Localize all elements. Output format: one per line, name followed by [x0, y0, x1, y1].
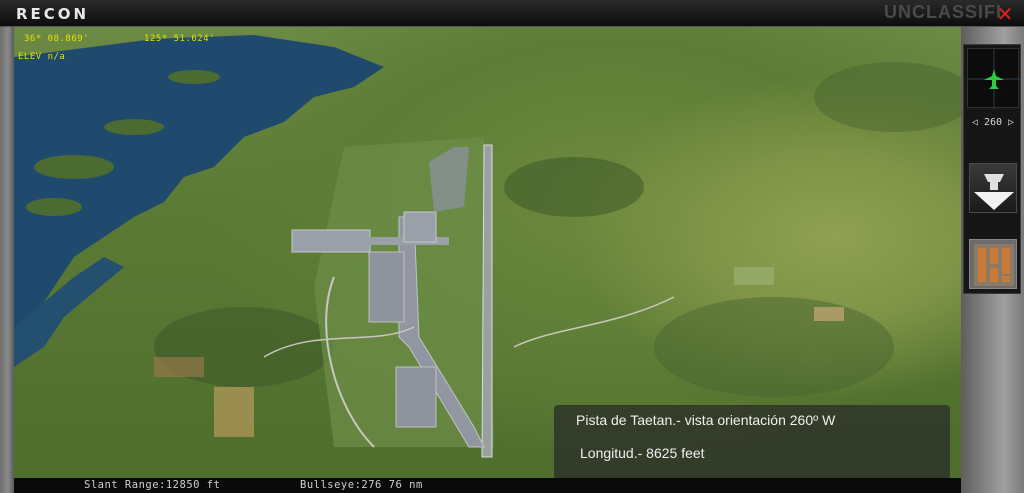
field — [734, 267, 774, 285]
look-direction-icon[interactable] — [969, 163, 1017, 213]
title-bar[interactable]: RECON UNCLASSIFI ✕ — [0, 0, 1024, 27]
status-bar: Slant Range:12850 ft Bullseye:276 76 nm — [14, 478, 961, 493]
caption-line-1: Pista de Taetan.- vista orientación 260º… — [576, 412, 836, 428]
close-icon[interactable]: ✕ — [994, 3, 1016, 25]
forest-patch — [814, 62, 961, 132]
right-control-panel: ◁ 260 ▷ — [963, 44, 1021, 294]
field — [154, 357, 204, 377]
island — [104, 119, 164, 135]
island — [26, 198, 82, 216]
classification-label: UNCLASSIFI — [884, 2, 1002, 22]
window-title: RECON — [16, 5, 90, 23]
caption-line-2: Longitud.- 8625 feet — [580, 445, 705, 461]
apron — [368, 251, 405, 323]
map-icon[interactable] — [969, 239, 1017, 289]
island — [34, 155, 114, 179]
forest-patch — [654, 297, 894, 397]
recon-viewport[interactable]: Pista de Taetan.- vista orientación 260º… — [14, 27, 961, 478]
longitude-readout: 125* 51.624' — [144, 34, 216, 44]
caption-overlay: Pista de Taetan.- vista orientación 260º… — [554, 405, 950, 478]
apron — [291, 229, 371, 253]
apron — [395, 366, 437, 428]
apron — [403, 211, 437, 243]
field — [814, 307, 844, 321]
heading-selector[interactable]: ◁ 260 ▷ — [967, 115, 1019, 131]
aircraft-compass-icon[interactable] — [967, 48, 1020, 109]
elevation-readout: ELEV n/a — [18, 52, 66, 62]
slant-range-readout: Slant Range:12850 ft — [84, 479, 221, 491]
latitude-readout: 36* 08.869' — [24, 34, 90, 44]
island — [168, 70, 220, 84]
main-runway — [481, 144, 493, 458]
forest-patch — [504, 157, 644, 217]
bullseye-readout: Bullseye:276 76 nm — [300, 479, 423, 491]
road — [513, 296, 675, 348]
field — [214, 387, 254, 437]
